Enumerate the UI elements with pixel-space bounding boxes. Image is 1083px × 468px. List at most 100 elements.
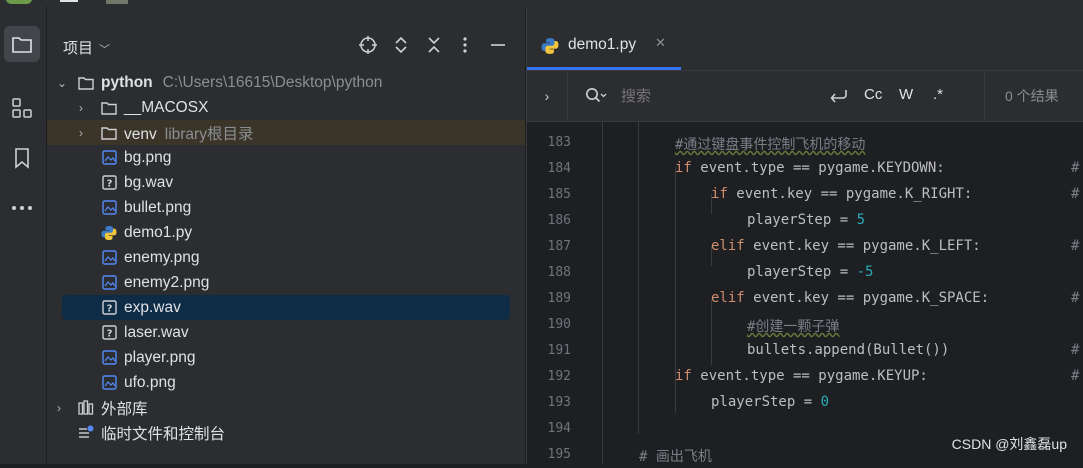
svg-text:?: ?: [106, 304, 112, 315]
tree-item-label: bg.wav: [124, 173, 174, 191]
svg-text:?: ?: [106, 179, 112, 190]
unknown-file-icon: ?: [101, 175, 117, 191]
search-input[interactable]: [619, 81, 813, 111]
python-file-icon: [541, 37, 559, 59]
svg-text:?: ?: [106, 329, 112, 340]
line-number: 193: [547, 395, 571, 410]
code-line: 190 #创建一颗子弹: [527, 312, 1083, 338]
line-number: 186: [547, 213, 571, 228]
tree-item-path: C:\Users\16615\Desktop\python: [162, 73, 383, 91]
bookmarks-tool-button[interactable]: [4, 140, 40, 176]
tree-item-label: bg.png: [124, 148, 172, 166]
new-line-icon[interactable]: [829, 88, 849, 108]
structure-tool-button[interactable]: [4, 90, 40, 126]
tree-item-macosx[interactable]: › __MACOSX: [47, 95, 525, 120]
tree-item-laser-wav[interactable]: ? laser.wav: [47, 320, 525, 345]
tree-item-demo1-py[interactable]: demo1.py: [47, 220, 525, 245]
tree-item-player-png[interactable]: player.png: [47, 345, 525, 370]
chevron-right-icon: ›: [544, 88, 550, 104]
folder-icon: [101, 100, 117, 116]
code-text: elif event.key == pygame.K_LEFT:: [711, 238, 981, 254]
trailing-comment: #: [1071, 368, 1080, 384]
match-case-button[interactable]: Cc: [864, 86, 882, 103]
code-text: #通过键盘事件控制飞机的移动: [675, 137, 866, 153]
search-icon[interactable]: [585, 87, 607, 109]
tree-item-bg-png[interactable]: bg.png: [47, 145, 525, 170]
options-button[interactable]: [454, 34, 476, 56]
tree-item-label: laser.wav: [124, 323, 189, 341]
search-results-panel: 0 个结果: [984, 71, 1083, 121]
code-text: elif event.key == pygame.K_SPACE:: [711, 290, 990, 306]
trailing-comment: #: [1071, 238, 1080, 254]
chevron-right-icon[interactable]: ›: [79, 101, 83, 115]
tree-item-label: enemy2.png: [124, 273, 210, 291]
chevron-down-icon[interactable]: ⌄: [57, 76, 67, 90]
regex-button[interactable]: .*: [933, 86, 943, 103]
expand-all-button[interactable]: [390, 34, 412, 56]
locate-button[interactable]: [357, 34, 379, 56]
tree-item-venv[interactable]: › venv library根目录: [47, 120, 525, 145]
folder-icon: [12, 37, 32, 53]
code-text: if event.type == pygame.KEYDOWN:: [675, 160, 945, 176]
code-text: playerStep = 0: [711, 394, 830, 410]
more-tools-button[interactable]: [4, 190, 40, 226]
code-text: # 画出飞机: [639, 449, 712, 465]
image-file-icon: [101, 200, 117, 216]
trailing-comment: #: [1071, 290, 1080, 306]
trailing-comment: #: [1071, 186, 1080, 202]
code-line: 189 elif event.key == pygame.K_SPACE: #: [527, 286, 1083, 312]
code-text: if event.type == pygame.KEYUP:: [675, 368, 928, 384]
expand-all-icon: [395, 36, 407, 54]
line-number: 185: [547, 187, 571, 202]
tab-label: demo1.py: [568, 36, 637, 53]
tree-item-ufo-png[interactable]: ufo.png: [47, 370, 525, 395]
close-icon[interactable]: ✕: [655, 35, 666, 51]
tree-item-label: python: [101, 73, 153, 91]
code-line: 185 if event.key == pygame.K_RIGHT: #: [527, 182, 1083, 208]
code-line: 186 playerStep = 5: [527, 208, 1083, 234]
main-menu-icon[interactable]: [60, 0, 78, 2]
tree-item-enemy2-png[interactable]: enemy2.png: [47, 270, 525, 295]
crosshair-icon: [359, 36, 377, 54]
tree-item-label: __MACOSX: [124, 98, 209, 116]
chevron-right-icon[interactable]: ›: [57, 401, 61, 415]
project-tool-button[interactable]: [4, 26, 40, 62]
tree-item-bg-wav[interactable]: ? bg.wav: [47, 170, 525, 195]
project-widget-icon[interactable]: [106, 0, 128, 4]
tree-item-exp-wav[interactable]: ? exp.wav: [62, 295, 510, 320]
folder-icon: [78, 75, 94, 91]
project-view-selector[interactable]: 项目 ﹀: [63, 37, 110, 58]
tab-demo1-py[interactable]: demo1.py ✕: [527, 20, 681, 70]
code-text: if event.key == pygame.K_RIGHT:: [711, 186, 973, 202]
search-results-count: 0 个结果: [1005, 88, 1059, 104]
tree-item-scratches[interactable]: 临时文件和控制台: [47, 420, 525, 445]
toggle-replace-button[interactable]: ›: [527, 71, 568, 121]
tree-item-label: ufo.png: [124, 373, 176, 391]
line-number: 184: [547, 161, 571, 176]
whole-words-button[interactable]: W: [899, 86, 913, 103]
image-file-icon: [101, 350, 117, 366]
tree-item-label: 外部库: [101, 400, 148, 418]
code-line: 192 if event.type == pygame.KEYUP: #: [527, 364, 1083, 390]
more-horizontal-icon: [12, 206, 32, 210]
code-line: 193 playerStep = 0: [527, 390, 1083, 416]
hide-panel-button[interactable]: [487, 34, 509, 56]
line-number: 194: [547, 421, 571, 436]
line-number: 183: [547, 135, 571, 150]
library-icon: [78, 400, 94, 416]
tree-item-external-libraries[interactable]: › 外部库: [47, 395, 525, 420]
active-tab-indicator: [527, 67, 681, 70]
image-file-icon: [101, 150, 117, 166]
bookmark-icon: [15, 148, 29, 169]
collapse-all-icon: [428, 37, 440, 53]
tree-item-label: venv: [124, 125, 157, 143]
unknown-file-icon: ?: [101, 300, 117, 316]
code-editor[interactable]: 183 #通过键盘事件控制飞机的移动 184 if event.type == …: [527, 122, 1083, 465]
tree-item-enemy-png[interactable]: enemy.png: [47, 245, 525, 270]
code-line: 183 #通过键盘事件控制飞机的移动: [527, 130, 1083, 156]
trailing-comment: #: [1071, 160, 1080, 176]
tree-item-bullet-png[interactable]: bullet.png: [47, 195, 525, 220]
chevron-right-icon[interactable]: ›: [79, 126, 83, 140]
collapse-all-button[interactable]: [423, 34, 445, 56]
tree-item-python[interactable]: ⌄ python C:\Users\16615\Desktop\python: [47, 70, 525, 95]
